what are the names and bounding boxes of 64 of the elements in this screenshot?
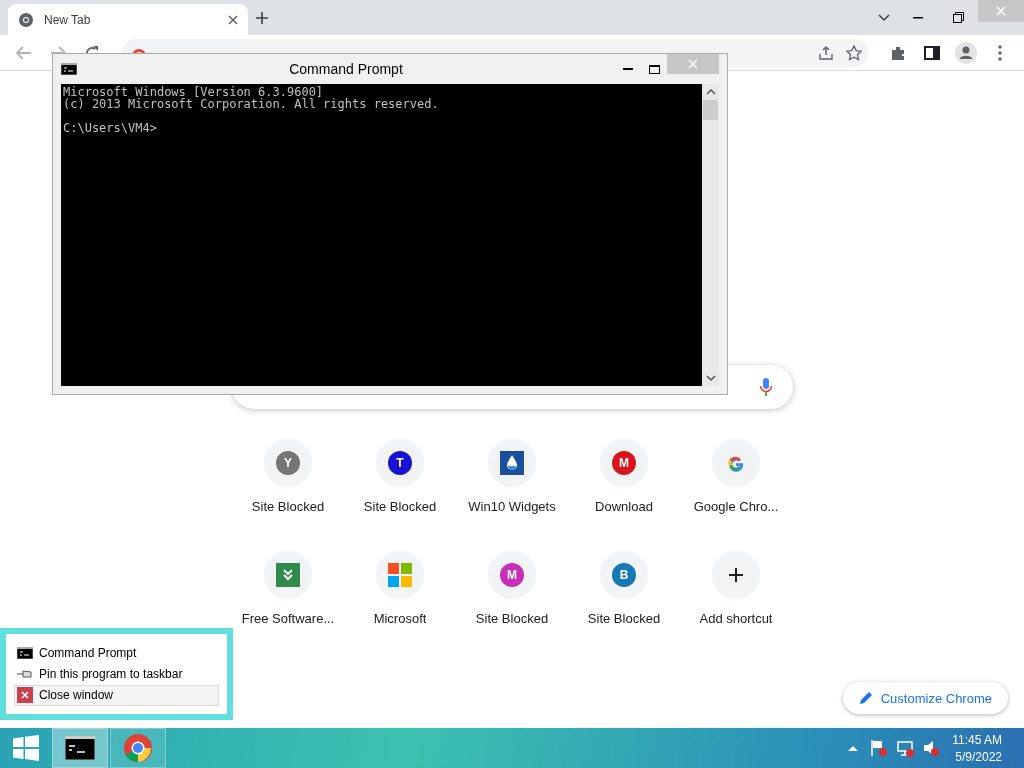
menu-item[interactable]: Close window	[14, 684, 219, 706]
shortcut-tile[interactable]: B Site Blocked	[568, 551, 680, 655]
restore-icon[interactable]	[952, 12, 964, 23]
speaker-icon[interactable]	[922, 739, 941, 757]
close-icon	[996, 6, 1006, 16]
shortcut-tile[interactable]: Google Chro...	[680, 439, 792, 543]
close-icon	[688, 59, 698, 69]
flag-icon[interactable]	[870, 739, 889, 757]
console-icon	[61, 63, 77, 75]
console-line: Microsoft Windows [Version 6.3.9600]	[63, 86, 325, 98]
shortcut-tile[interactable]: Microsoft	[344, 551, 456, 655]
chrome-logo-icon	[18, 11, 34, 28]
windows-logo-icon	[13, 735, 39, 761]
close-icon	[17, 687, 33, 704]
customize-chrome-button[interactable]: Customize Chrome	[842, 682, 1008, 714]
pin-icon	[17, 669, 33, 679]
browser-tab[interactable]: New Tab	[8, 4, 248, 35]
date-text: 5/9/2022	[955, 749, 1002, 764]
window-title: Command Prompt	[288, 61, 404, 77]
new-tab-icon[interactable]	[255, 10, 269, 25]
star-icon[interactable]	[846, 44, 862, 61]
chrome-logo-icon	[123, 733, 153, 763]
scrollbar[interactable]	[702, 84, 719, 386]
menu-item[interactable]: Pin this program to taskbar	[14, 663, 219, 685]
chevron-down-icon	[276, 563, 300, 587]
letter-icon: T	[388, 451, 412, 475]
minimize-icon[interactable]	[913, 16, 923, 19]
letter-icon: B	[612, 563, 636, 587]
letter-icon: M	[500, 563, 524, 587]
network-icon[interactable]	[896, 739, 915, 757]
shortcut-tile[interactable]: T Site Blocked	[344, 439, 456, 543]
avatar-icon[interactable]	[955, 41, 977, 64]
shortcut-tile[interactable]: Add shortcut	[680, 551, 792, 655]
console-line: (c) 2013 Microsoft Corporation. All rights reserved.	[63, 98, 440, 110]
clock[interactable]: 11:45 AM 5/9/2022	[940, 732, 1024, 764]
taskbar-app-button[interactable]	[52, 728, 108, 768]
plus-icon	[728, 567, 744, 583]
microphone-icon[interactable]	[758, 377, 773, 397]
letter-icon: M	[612, 451, 636, 475]
pencil-icon	[858, 691, 873, 705]
side-panel-icon[interactable]	[924, 45, 940, 60]
windows-logo-icon	[388, 563, 412, 587]
close-icon[interactable]	[228, 14, 238, 25]
show-hidden-icons-button[interactable]	[848, 745, 859, 751]
maximize-icon[interactable]	[648, 64, 660, 74]
console-icon	[17, 646, 33, 659]
letter-icon: Y	[276, 451, 300, 475]
scroll-down-icon[interactable]	[705, 374, 716, 382]
console-line: C:\Users\VM4>	[63, 122, 158, 134]
scrollbar-thumb[interactable]	[703, 100, 718, 120]
shortcut-tile[interactable]: Y Site Blocked	[232, 439, 344, 543]
console-icon	[65, 736, 95, 760]
chevron-down-icon[interactable]	[878, 13, 890, 22]
scroll-up-icon[interactable]	[705, 88, 716, 96]
share-icon[interactable]	[818, 44, 834, 61]
water-drop-icon	[500, 451, 524, 475]
shortcut-tile[interactable]: Win10 Widgets	[456, 439, 568, 543]
shortcut-tile[interactable]: M Site Blocked	[456, 551, 568, 655]
puzzle-icon[interactable]	[890, 44, 906, 61]
menu-item[interactable]: Command Prompt	[14, 642, 219, 664]
menu-icon[interactable]	[998, 44, 1002, 61]
shortcut-tile[interactable]: Free Software...	[232, 551, 344, 655]
shortcut-tile[interactable]: M Download	[568, 439, 680, 543]
time-text: 11:45 AM	[952, 732, 1002, 747]
